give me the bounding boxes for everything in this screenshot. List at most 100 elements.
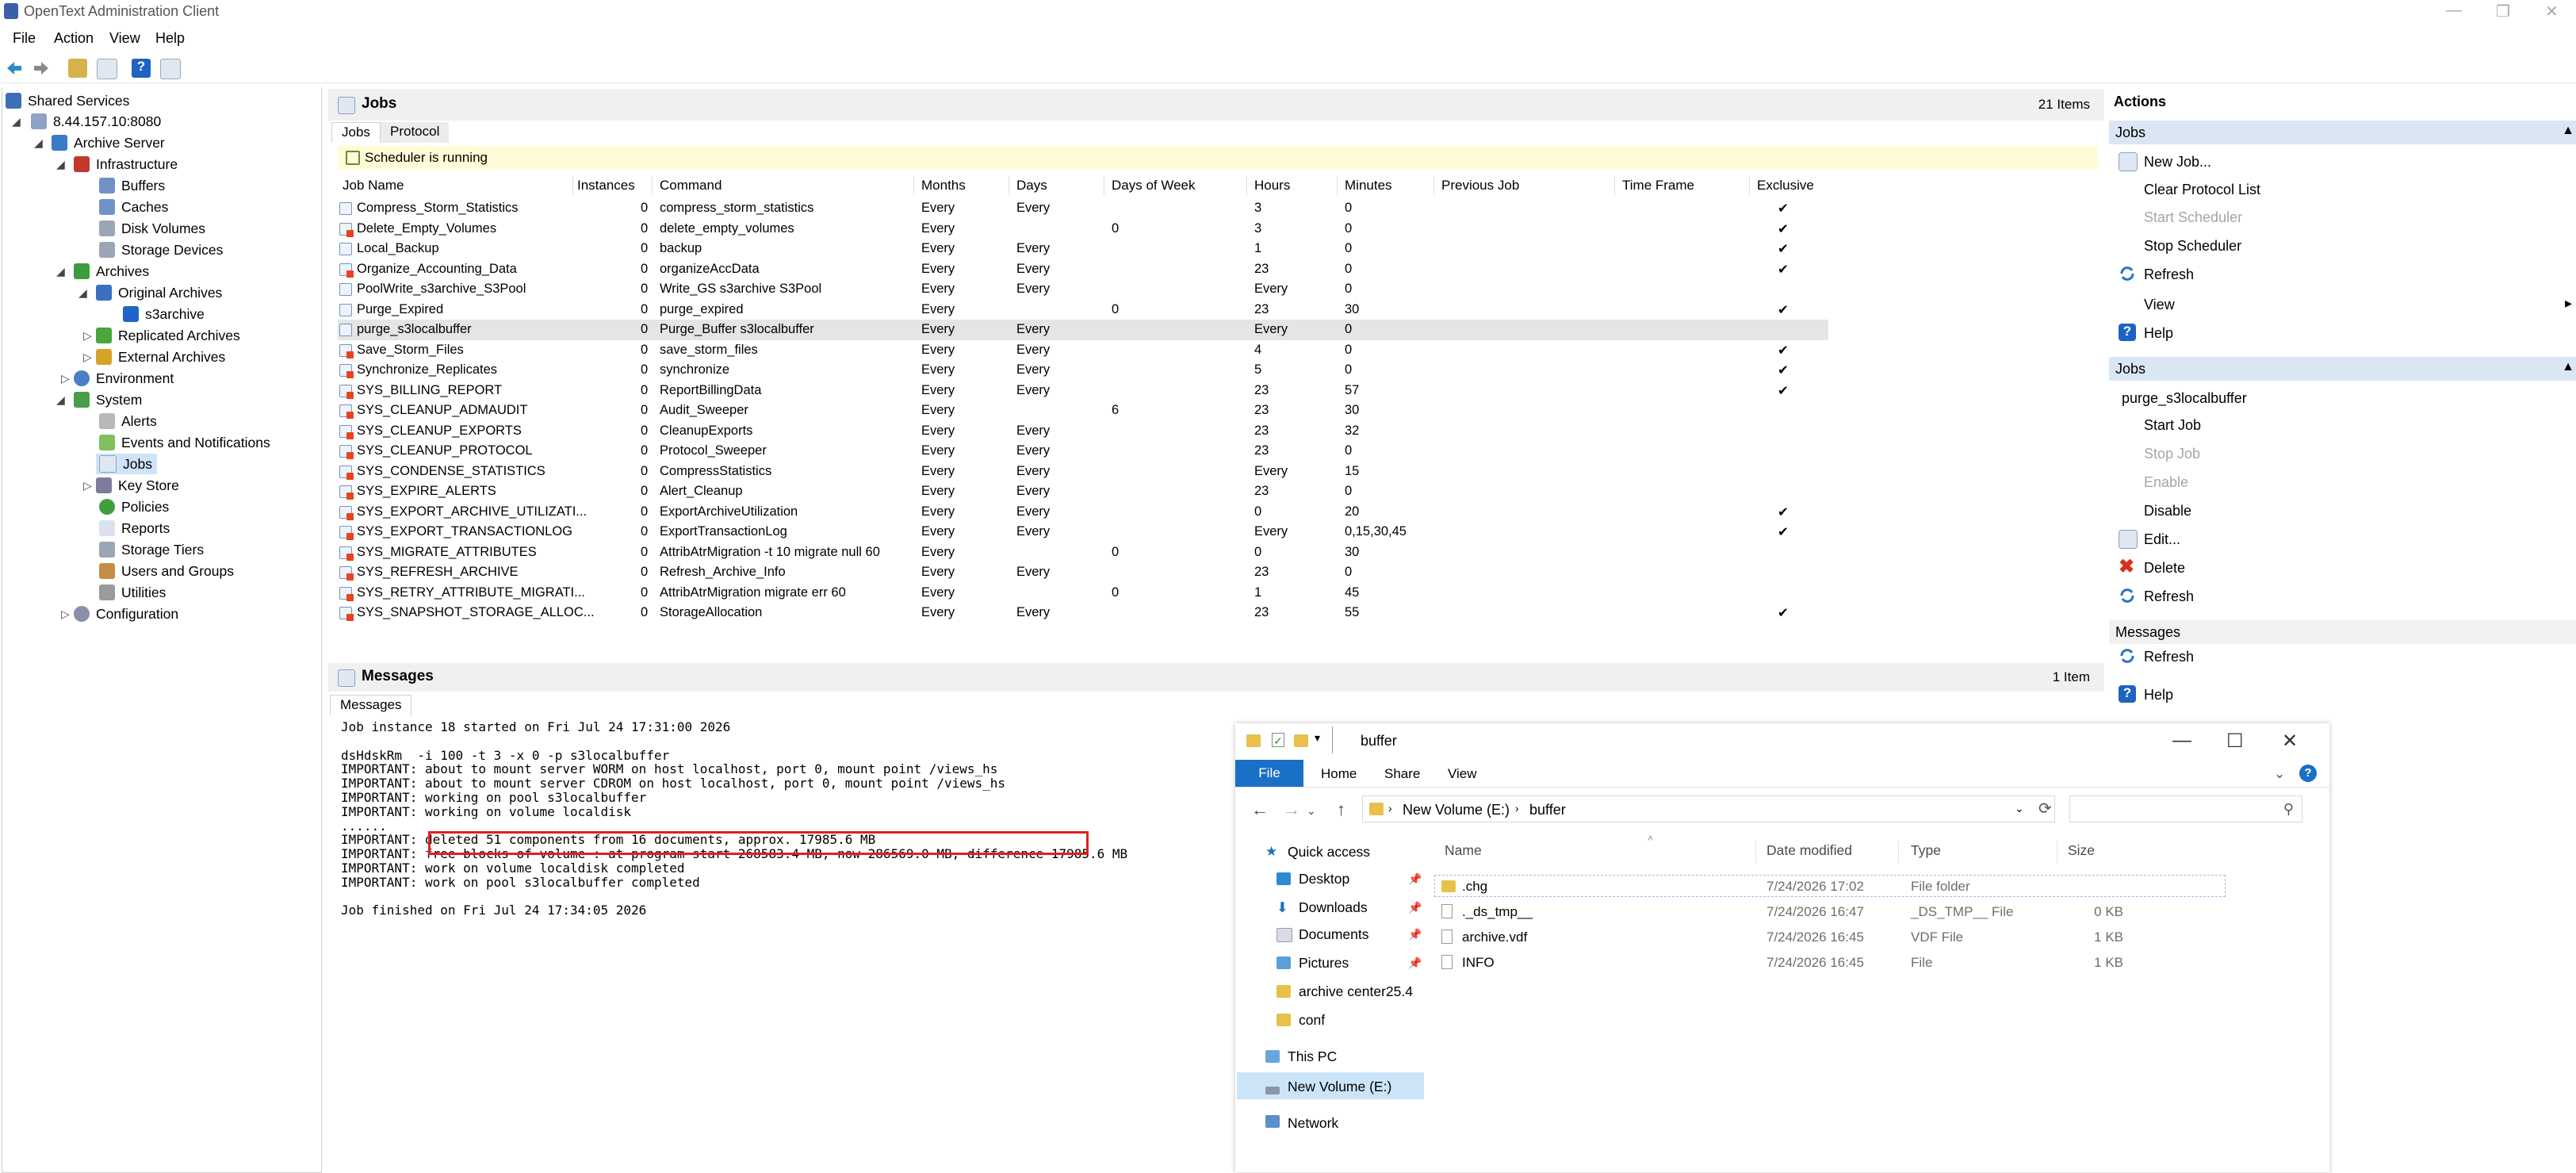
- table-row[interactable]: SYS_REFRESH_ARCHIVE 0 Refresh_Archive_Info…: [338, 562, 1828, 583]
- file-row[interactable]: .chg 7/24/2026 17:02 File folder: [1433, 874, 2226, 898]
- help-icon[interactable]: ?: [132, 59, 151, 78]
- expand-arrow-icon[interactable]: ◢: [56, 265, 65, 278]
- menu-help[interactable]: Help: [155, 30, 185, 47]
- table-row[interactable]: purge_s3localbuffer 0 Purge_Buffer s3local…: [338, 320, 1828, 340]
- collapse-arrow-icon[interactable]: ▷: [61, 372, 70, 385]
- nav-conf[interactable]: conf: [1299, 1012, 1325, 1029]
- actions-section-job[interactable]: Jobs ▲: [2109, 357, 2576, 381]
- column-divider[interactable]: [1898, 841, 1899, 863]
- column-size[interactable]: Size: [2068, 842, 2095, 859]
- view-action[interactable]: View: [2144, 297, 2175, 313]
- column-divider[interactable]: [1337, 176, 1338, 195]
- column-date-modified[interactable]: Date modified: [1766, 842, 1852, 859]
- column-header-command[interactable]: Command: [660, 174, 722, 197]
- table-row[interactable]: SYS_CONDENSE_STATISTICS 0 CompressStatisti…: [338, 462, 1828, 482]
- menu-view[interactable]: View: [109, 30, 140, 47]
- up-arrow-icon[interactable]: ↑: [1337, 799, 1345, 820]
- properties-icon[interactable]: ✓: [1272, 733, 1284, 747]
- collapse-icon[interactable]: ▲: [2562, 124, 2574, 138]
- column-header-previous-job[interactable]: Previous Job: [1441, 174, 1519, 197]
- expand-arrow-icon[interactable]: ◢: [56, 393, 65, 407]
- column-divider[interactable]: [1755, 841, 1756, 863]
- table-row[interactable]: SYS_EXPIRE_ALERTS 0 Alert_Cleanup Every Ever…: [338, 481, 1828, 502]
- table-row[interactable]: SYS_RETRY_ATTRIBUTE_MIGRATI... 0 AttribAtr…: [338, 583, 1828, 604]
- tree-archives[interactable]: ◢ Archives: [56, 261, 149, 282]
- ribbon-expand-icon[interactable]: ⌄: [2274, 766, 2285, 782]
- expand-arrow-icon[interactable]: ◢: [56, 158, 65, 171]
- pin-icon[interactable]: 📌: [1408, 872, 1422, 886]
- tab-protocol[interactable]: Protocol: [381, 122, 450, 143]
- file-row[interactable]: ._ds_tmp__ 7/24/2026 16:47 _DS_TMP__ File 0…: [1433, 899, 2226, 923]
- column-header-instances[interactable]: Instances: [577, 174, 635, 197]
- column-header-job-name[interactable]: Job Name: [343, 174, 404, 197]
- ribbon-view-tab[interactable]: View: [1448, 766, 1477, 782]
- nav-network[interactable]: Network: [1288, 1115, 1338, 1132]
- quick-toolbar-dropdown-icon[interactable]: ▾: [1315, 731, 1320, 745]
- table-row[interactable]: Purge_Expired 0 purge_expired Every 0 23 30 ✔: [338, 300, 1828, 320]
- tree-archive-server[interactable]: ◢ Archive Server: [34, 132, 165, 153]
- collapse-arrow-icon[interactable]: ▷: [83, 329, 92, 343]
- column-type[interactable]: Type: [1911, 842, 1941, 859]
- collapse-arrow-icon[interactable]: ▷: [83, 479, 92, 493]
- nav-new-volume[interactable]: New Volume (E:): [1288, 1079, 1391, 1095]
- search-input[interactable]: ⚲: [2069, 795, 2302, 822]
- breadcrumb-buffer[interactable]: buffer: [1529, 802, 1566, 818]
- tree-original-archives[interactable]: ◢ Original Archives: [78, 282, 222, 303]
- forward-icon[interactable]: [32, 59, 51, 78]
- expand-arrow-icon[interactable]: ◢: [12, 115, 21, 128]
- new-folder-icon[interactable]: [1294, 734, 1308, 747]
- tree-alerts[interactable]: Alerts: [99, 411, 157, 431]
- tab-messages[interactable]: Messages: [330, 695, 412, 715]
- column-divider[interactable]: [913, 176, 914, 195]
- column-header-time-frame[interactable]: Time Frame: [1622, 174, 1694, 197]
- stop-scheduler-action[interactable]: Stop Scheduler: [2144, 238, 2241, 255]
- column-header-days-of-week[interactable]: Days of Week: [1112, 174, 1196, 197]
- recent-dropdown-icon[interactable]: ⌄: [1307, 804, 1316, 818]
- tree-utilities[interactable]: Utilities: [99, 582, 166, 603]
- close-icon[interactable]: ✕: [2282, 730, 2298, 753]
- menu-file[interactable]: File: [13, 30, 36, 47]
- tree-disk-volumes[interactable]: Disk Volumes: [99, 218, 205, 239]
- tree-replicated-archives[interactable]: ▷ Replicated Archives: [80, 325, 240, 346]
- maximize-icon[interactable]: ☐: [2226, 730, 2244, 753]
- table-row[interactable]: SYS_CLEANUP_ADMAUDIT 0 Audit_Sweeper Every 6…: [338, 401, 1828, 421]
- tree-buffers[interactable]: Buffers: [99, 175, 165, 196]
- tree-caches[interactable]: Caches: [99, 197, 168, 217]
- tree-storage-tiers[interactable]: Storage Tiers: [99, 539, 204, 560]
- column-divider[interactable]: [1749, 176, 1750, 195]
- table-row[interactable]: Organize_Accounting_Data 0 organizeAccData…: [338, 259, 1828, 280]
- nav-desktop[interactable]: Desktop: [1299, 871, 1349, 887]
- tree-key-store[interactable]: ▷ Key Store: [80, 475, 179, 496]
- nav-archive-center[interactable]: archive center25.4: [1299, 983, 1413, 1000]
- tree-environment[interactable]: ▷ Environment: [58, 368, 174, 389]
- file-row[interactable]: archive.vdf 7/24/2026 16:45 VDF File 1 KB: [1433, 925, 2226, 949]
- column-name[interactable]: Name: [1445, 842, 1482, 859]
- edit-action[interactable]: Edit...: [2144, 531, 2180, 548]
- tree-infrastructure[interactable]: ◢ Infrastructure: [56, 154, 178, 174]
- help-icon[interactable]: ?: [2299, 765, 2317, 782]
- file-row[interactable]: INFO 7/24/2026 16:45 File 1 KB: [1433, 950, 2226, 974]
- table-row[interactable]: SYS_BILLING_REPORT 0 ReportBillingData Ever…: [338, 381, 1828, 401]
- column-divider[interactable]: [1246, 176, 1247, 195]
- column-divider[interactable]: [1433, 176, 1434, 195]
- forward-arrow-icon[interactable]: →: [1283, 799, 1300, 820]
- pin-icon[interactable]: 📌: [1408, 928, 1422, 941]
- expand-arrow-icon[interactable]: ◢: [34, 136, 43, 150]
- table-row[interactable]: Compress_Storm_Statistics 0 compress_storm…: [338, 198, 1828, 219]
- refresh-action[interactable]: Refresh: [2144, 266, 2194, 283]
- close-icon[interactable]: ✕: [2545, 2, 2559, 21]
- pin-icon[interactable]: 📌: [1408, 901, 1422, 914]
- actions-section-messages[interactable]: Messages: [2109, 620, 2576, 644]
- table-row[interactable]: SYS_EXPORT_ARCHIVE_UTILIZATI... 0 ExportAr…: [338, 502, 1828, 523]
- table-row[interactable]: SYS_CLEANUP_EXPORTS 0 CleanupExports Every E…: [338, 421, 1828, 442]
- delete-action[interactable]: Delete: [2144, 560, 2185, 577]
- menu-action[interactable]: Action: [54, 30, 94, 47]
- tree-users-groups[interactable]: Users and Groups: [99, 561, 234, 581]
- help-messages-action[interactable]: Help: [2144, 687, 2173, 703]
- table-row[interactable]: SYS_CLEANUP_PROTOCOL 0 Protocol_Sweeper Eve…: [338, 441, 1828, 462]
- column-header-hours[interactable]: Hours: [1254, 174, 1290, 197]
- new-job-action[interactable]: New Job...: [2144, 154, 2211, 171]
- table-row[interactable]: Save_Storm_Files 0 save_storm_files Every Ev…: [338, 340, 1828, 361]
- column-divider[interactable]: [652, 176, 653, 195]
- table-row[interactable]: SYS_SNAPSHOT_STORAGE_ALLOC... 0 StorageAll…: [338, 603, 1828, 623]
